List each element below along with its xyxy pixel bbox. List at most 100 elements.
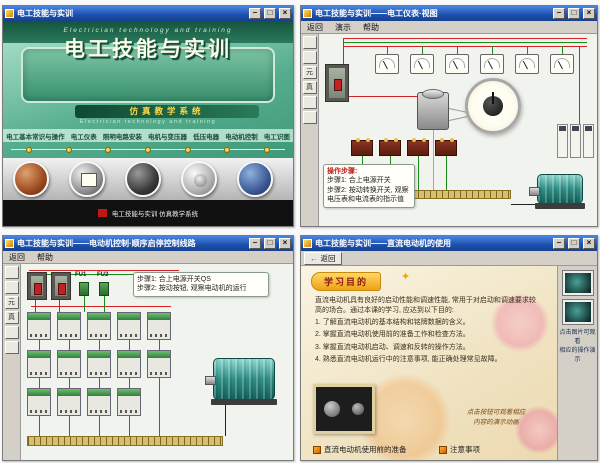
nav-item-basics[interactable]: 电工基本常识与操作 (6, 131, 65, 141)
thumb-contactor-group[interactable] (237, 161, 273, 197)
contactor[interactable] (147, 312, 171, 340)
maximize-button[interactable]: □ (264, 8, 276, 19)
window-title: 电工技能与实训——电动机控制·顺序启停控制线路 (17, 238, 246, 249)
titlebar[interactable]: 电工技能与实训——电工仪表·视图 – □ × (301, 6, 597, 21)
wire (562, 46, 563, 54)
minimize-button[interactable]: – (249, 8, 261, 19)
toolbar: ← 返回 (301, 251, 597, 266)
nav-item-lv-apparatus[interactable]: 低压电器 (193, 131, 219, 141)
toolbar-icon-button[interactable] (5, 266, 19, 279)
toolbar-icon-button[interactable] (303, 36, 317, 49)
toolbar-icon-button[interactable] (303, 96, 317, 109)
thumb-electric-motor[interactable] (181, 161, 217, 197)
window-body: 元 真 (301, 34, 597, 226)
relay-module (570, 124, 581, 158)
titlebar[interactable]: 电工技能与实训——直流电动机的使用 – □ × (301, 236, 597, 251)
thumb-wire-coil[interactable] (13, 161, 49, 197)
nav-item-lighting[interactable]: 照明电路安装 (103, 131, 142, 141)
window-body: 学习目的 ✦ 直流电动机具有良好的启动性能和调速性能, 常用于对启动和调速要求较… (301, 266, 597, 460)
nav-item-machines[interactable]: 电机与变压器 (148, 131, 187, 141)
menu-help[interactable]: 帮助 (37, 252, 53, 263)
power-switch-qs[interactable] (27, 272, 47, 300)
close-button[interactable]: × (279, 8, 291, 19)
topic-bullet-icon (313, 446, 321, 454)
power-switch-qs[interactable] (51, 272, 71, 300)
thermal-relay[interactable] (27, 388, 51, 416)
time-relay[interactable] (87, 388, 111, 416)
toolbar-icon-button[interactable] (303, 51, 317, 64)
toolbar-components-button[interactable]: 元 (5, 296, 19, 309)
maximize-button[interactable]: □ (264, 238, 276, 249)
wire (579, 46, 580, 124)
contactor[interactable] (57, 312, 81, 340)
lesson-intro: 直流电动机具有良好的启动性能和调速性能, 常用于对启动和调速要求较高的场合。通过… (315, 296, 540, 316)
wire (29, 270, 179, 271)
contactor[interactable] (87, 350, 111, 378)
menu-help[interactable]: 帮助 (363, 22, 379, 33)
push-button-station[interactable] (117, 388, 141, 416)
maximize-button[interactable]: □ (568, 238, 580, 249)
thumb-panel-meter[interactable] (69, 161, 105, 197)
timeline-node (145, 147, 151, 153)
rheostat (351, 140, 373, 156)
power-switch[interactable] (325, 64, 349, 102)
contactor[interactable] (27, 350, 51, 378)
sim-canvas: FU1 FU2 步骤1: 合上电源开关QS 步骤2: 按动按钮, 观察电动机的运… (21, 264, 293, 460)
rotary-switch-knob[interactable] (483, 96, 503, 116)
electric-motor[interactable] (213, 358, 275, 400)
back-button[interactable]: ← 返回 (304, 252, 342, 265)
close-button[interactable]: × (279, 238, 291, 249)
fuse (79, 282, 89, 296)
contactor[interactable] (117, 350, 141, 378)
contactor[interactable] (27, 312, 51, 340)
close-button[interactable]: × (583, 238, 595, 249)
sidebar-thumb-panel[interactable] (563, 300, 593, 324)
sparkle-icon: ✦ (401, 270, 410, 283)
contactor[interactable] (87, 312, 111, 340)
sidebar-thumb-motor[interactable] (563, 271, 593, 295)
timeline-node (26, 147, 32, 153)
wire (457, 46, 458, 54)
menu-back[interactable]: 返回 (307, 22, 323, 33)
prep-topic-button[interactable]: 直流电动机使用前的准备 (313, 444, 407, 455)
dc-motor-photo (313, 384, 375, 434)
wire (387, 46, 388, 54)
toolbar-real-view-button[interactable]: 真 (303, 81, 317, 94)
back-icon: ← (310, 254, 318, 263)
app-icon (5, 239, 14, 248)
nav-item-drawings[interactable]: 电工识图 (264, 131, 290, 141)
four-screenshot-collage: 电工技能与实训 – □ × Electrician technology and… (0, 0, 600, 463)
titlebar[interactable]: 电工技能与实训——电动机控制·顺序启停控制线路 – □ × (3, 236, 293, 251)
toolbar-real-view-button[interactable]: 真 (5, 311, 19, 324)
wire (418, 156, 419, 190)
menu-back[interactable]: 返回 (9, 252, 25, 263)
toolbar-icon-button[interactable] (5, 341, 19, 354)
toolbar-icon-button[interactable] (5, 281, 19, 294)
sidebar-caption: 点击图片可观看 相应的操作演示 (558, 329, 597, 365)
window-motor-sim: 电工技能与实训——电动机控制·顺序启停控制线路 – □ × 返回 帮助 元 真 (2, 235, 294, 461)
relay-module (583, 124, 594, 158)
wire (527, 46, 528, 54)
changeover-switch[interactable] (417, 92, 449, 130)
terminal-strip (27, 436, 223, 446)
toolbar-icon-button[interactable] (5, 326, 19, 339)
contactor[interactable] (147, 350, 171, 378)
nav-item-meters[interactable]: 电工仪表 (71, 131, 97, 141)
thermal-relay[interactable] (57, 388, 81, 416)
notes-topic-button[interactable]: 注意事项 (439, 444, 480, 455)
thumb-electrician-tools[interactable] (125, 161, 161, 197)
minimize-button[interactable]: – (553, 8, 565, 19)
minimize-button[interactable]: – (553, 238, 565, 249)
toolbar-icon-button[interactable] (303, 111, 317, 124)
titlebar[interactable]: 电工技能与实训 – □ × (3, 6, 293, 21)
close-button[interactable]: × (583, 8, 595, 19)
timeline-node (224, 147, 230, 153)
toolbar-components-button[interactable]: 元 (303, 66, 317, 79)
nav-item-motor-control[interactable]: 电动机控制 (225, 131, 258, 141)
maximize-button[interactable]: □ (568, 8, 580, 19)
electric-motor[interactable] (537, 174, 583, 204)
menu-demo[interactable]: 演示 (335, 22, 351, 33)
contactor[interactable] (117, 312, 141, 340)
contactor[interactable] (57, 350, 81, 378)
minimize-button[interactable]: – (249, 238, 261, 249)
